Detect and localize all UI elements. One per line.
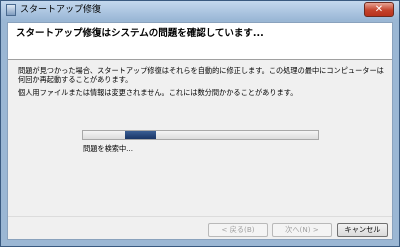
back-button[interactable]: < 戻る(B): [208, 223, 268, 237]
header-panel: スタートアップ修復はシステムの問題を確認しています...: [8, 23, 392, 60]
window-title: スタートアップ修復: [20, 5, 102, 15]
next-button[interactable]: 次へ(N) >: [272, 223, 332, 237]
progress-indicator: [125, 131, 156, 139]
cancel-button[interactable]: キャンセル: [337, 223, 388, 237]
progress-status: 問題を検索中...: [83, 144, 133, 153]
description-files-unchanged: 個人用ファイルまたは情報は変更されません。これには数分間かかることがあります。: [18, 88, 298, 97]
title-bar[interactable]: スタートアップ修復 ✕: [1, 1, 399, 20]
app-icon: [6, 4, 16, 16]
startup-repair-window: スタートアップ修復 ✕ スタートアップ修復はシステムの問題を確認しています...…: [0, 0, 400, 247]
header-title: スタートアップ修復はシステムの問題を確認しています...: [16, 28, 264, 39]
footer-divider: [8, 216, 392, 217]
close-button[interactable]: ✕: [364, 2, 394, 17]
progress-bar: [82, 130, 319, 140]
description-auto-fix: 問題が見つかった場合、スタートアップ修復はそれらを自動的に修正します。この処理の…: [18, 66, 384, 84]
dialog-content: スタートアップ修復はシステムの問題を確認しています... 問題が見つかった場合、…: [7, 22, 393, 240]
